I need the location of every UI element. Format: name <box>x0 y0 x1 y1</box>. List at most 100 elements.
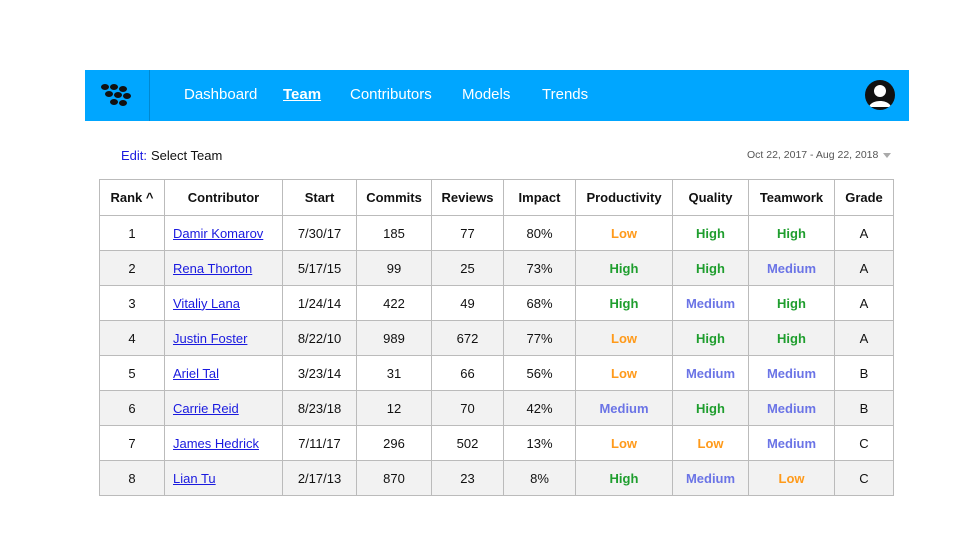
header-impact[interactable]: Impact <box>503 179 576 216</box>
cell-impact: 80% <box>503 215 576 251</box>
cell-productivity: High <box>575 285 673 321</box>
table-row[interactable]: 5 Ariel Tal 3/23/14 31 66 56% Low Medium Medium B <box>99 355 894 391</box>
cell-commits: 870 <box>356 460 432 496</box>
user-avatar-icon[interactable] <box>865 80 895 110</box>
cell-quality: Medium <box>672 355 749 391</box>
edit-link[interactable]: Edit: <box>121 148 147 163</box>
cell-teamwork: Medium <box>748 425 835 461</box>
nav-item-contributors[interactable]: Contributors <box>350 86 432 103</box>
quality-level: High <box>696 330 725 346</box>
cell-productivity: Low <box>575 425 673 461</box>
date-range-label: Oct 22, 2017 - Aug 22, 2018 <box>747 149 879 161</box>
header-reviews[interactable]: Reviews <box>431 179 504 216</box>
cell-commits: 12 <box>356 390 432 426</box>
date-range-selector[interactable]: Oct 22, 2017 - Aug 22, 2018 <box>747 149 892 161</box>
header-productivity[interactable]: Productivity <box>575 179 673 216</box>
productivity-level: Low <box>611 330 637 346</box>
table-body: 1 Damir Komarov 7/30/17 185 77 80% Low High High… <box>99 215 894 496</box>
teamwork-level: Medium <box>766 400 817 416</box>
header-commits[interactable]: Commits <box>356 179 432 216</box>
table-row[interactable]: 1 Damir Komarov 7/30/17 185 77 80% Low High High… <box>99 215 894 251</box>
contributor-link[interactable]: Damir Komarov <box>173 226 263 241</box>
top-navbar: Dashboard Team Contributors Models Trend… <box>85 70 909 121</box>
cell-contributor: Ariel Tal <box>164 355 283 391</box>
nav-item-team[interactable]: Team <box>283 86 321 103</box>
header-rank[interactable]: Rank ^ <box>99 179 165 216</box>
header-contributor[interactable]: Contributor <box>164 179 283 216</box>
cell-commits: 31 <box>356 355 432 391</box>
nav-item-dashboard[interactable]: Dashboard <box>184 86 257 103</box>
cell-teamwork: Medium <box>748 390 835 426</box>
cell-start: 8/22/10 <box>282 320 357 356</box>
contributor-link[interactable]: Justin Foster <box>173 331 247 346</box>
cell-grade: B <box>834 355 894 391</box>
contributor-link[interactable]: Ariel Tal <box>173 366 219 381</box>
cell-contributor: Rena Thorton <box>164 250 283 286</box>
cell-impact: 8% <box>503 460 576 496</box>
cell-rank: 5 <box>99 355 165 391</box>
table-row[interactable]: 6 Carrie Reid 8/23/18 12 70 42% Medium High Medi… <box>99 390 894 426</box>
teamwork-level: High <box>777 330 806 346</box>
table-row[interactable]: 3 Vitaliy Lana 1/24/14 422 49 68% High Medium Hi… <box>99 285 894 321</box>
table-row[interactable]: 7 James Hedrick 7/11/17 296 502 13% Low Low Medi… <box>99 425 894 461</box>
cell-teamwork: High <box>748 215 835 251</box>
cell-contributor: Vitaliy Lana <box>164 285 283 321</box>
cell-grade: A <box>834 215 894 251</box>
quality-level: High <box>696 260 725 276</box>
contributor-link[interactable]: Carrie Reid <box>173 401 239 416</box>
productivity-level: High <box>609 260 639 276</box>
cell-teamwork: High <box>748 320 835 356</box>
cell-rank: 7 <box>99 425 165 461</box>
quality-level: High <box>696 400 725 416</box>
teamwork-level: Low <box>778 470 805 486</box>
cell-productivity: High <box>575 250 673 286</box>
nav-divider <box>149 70 150 121</box>
header-grade[interactable]: Grade <box>834 179 894 216</box>
productivity-level: Low <box>611 365 637 381</box>
cell-teamwork: High <box>748 285 835 321</box>
cell-quality: High <box>672 215 749 251</box>
header-start[interactable]: Start <box>282 179 357 216</box>
team-edit-bar: Edit: Select Team <box>121 148 222 163</box>
cell-rank: 1 <box>99 215 165 251</box>
cell-reviews: 502 <box>431 425 504 461</box>
contributor-link[interactable]: James Hedrick <box>173 436 259 451</box>
brand-logo-icon[interactable] <box>85 70 149 121</box>
cell-impact: 77% <box>503 320 576 356</box>
header-teamwork[interactable]: Teamwork <box>748 179 835 216</box>
cell-grade: C <box>834 460 894 496</box>
table-row[interactable]: 4 Justin Foster 8/22/10 989 672 77% Low High Hig… <box>99 320 894 356</box>
contributor-link[interactable]: Lian Tu <box>173 471 216 486</box>
cell-quality: High <box>672 390 749 426</box>
productivity-level: Low <box>611 435 637 451</box>
nav-item-models[interactable]: Models <box>462 86 510 103</box>
quality-level: Medium <box>685 365 736 381</box>
cell-quality: Medium <box>672 460 749 496</box>
quality-level: Medium <box>685 295 736 311</box>
table-row[interactable]: 8 Lian Tu 2/17/13 870 23 8% High Medium Low C <box>99 460 894 496</box>
contributor-link[interactable]: Rena Thorton <box>173 261 252 276</box>
cell-productivity: Low <box>575 320 673 356</box>
cell-impact: 56% <box>503 355 576 391</box>
cell-grade: A <box>834 250 894 286</box>
cell-start: 5/17/15 <box>282 250 357 286</box>
table-row[interactable]: 2 Rena Thorton 5/17/15 99 25 73% High High Mediu… <box>99 250 894 286</box>
contributor-link[interactable]: Vitaliy Lana <box>173 296 240 311</box>
cell-quality: High <box>672 250 749 286</box>
cell-grade: C <box>834 425 894 461</box>
teamwork-level: High <box>777 295 806 311</box>
cell-rank: 3 <box>99 285 165 321</box>
cell-commits: 422 <box>356 285 432 321</box>
select-team-button[interactable]: Select Team <box>151 148 222 163</box>
cell-contributor: Damir Komarov <box>164 215 283 251</box>
cell-start: 1/24/14 <box>282 285 357 321</box>
cell-commits: 296 <box>356 425 432 461</box>
cell-impact: 73% <box>503 250 576 286</box>
productivity-level: High <box>609 295 639 311</box>
cell-reviews: 25 <box>431 250 504 286</box>
header-quality[interactable]: Quality <box>672 179 749 216</box>
cell-start: 7/11/17 <box>282 425 357 461</box>
nav-item-trends[interactable]: Trends <box>542 86 588 103</box>
cell-rank: 6 <box>99 390 165 426</box>
cell-start: 7/30/17 <box>282 215 357 251</box>
